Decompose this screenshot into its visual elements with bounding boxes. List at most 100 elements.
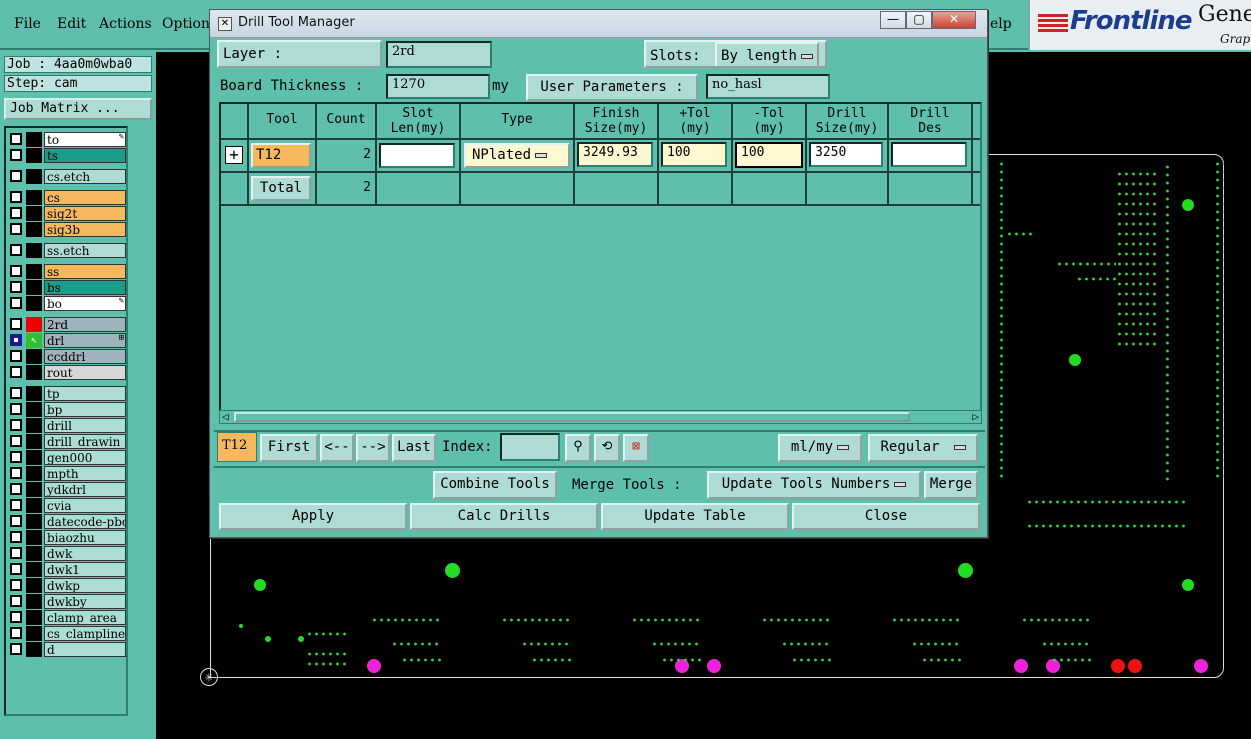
refresh-icon[interactable]: ⟲ — [594, 434, 620, 462]
layer-row[interactable]: cs.etch — [8, 169, 126, 184]
finish-size-input[interactable]: 3249.93 — [577, 142, 653, 167]
menu-edit[interactable]: Edit — [57, 16, 86, 32]
layer-row[interactable]: datecode-pbo — [8, 514, 126, 529]
layer-checkbox[interactable] — [10, 403, 22, 415]
apply-button[interactable]: Apply — [219, 503, 407, 530]
mode-option-menu[interactable]: Regular — [868, 434, 978, 462]
maximize-button[interactable]: ▢ — [906, 11, 932, 29]
layer-row[interactable]: ydkdrl — [8, 482, 126, 497]
layer-checkbox[interactable] — [10, 467, 22, 479]
layer-checkbox[interactable] — [10, 265, 22, 277]
layer-row[interactable]: dwkp — [8, 578, 126, 593]
layer-row[interactable]: dwk1 — [8, 562, 126, 577]
layer-row[interactable]: bo ✎ — [8, 296, 126, 311]
layer-row[interactable]: mpth — [8, 466, 126, 481]
board-thickness-field[interactable]: 1270 — [386, 74, 490, 99]
layer-checkbox[interactable] — [10, 170, 22, 182]
scroll-right-icon[interactable]: ▷ — [972, 410, 979, 423]
layer-row[interactable]: bs — [8, 280, 126, 295]
scroll-thumb[interactable] — [234, 412, 910, 422]
expand-icon[interactable]: + — [225, 146, 243, 164]
drill-des-input[interactable] — [891, 142, 967, 167]
last-button[interactable]: Last — [392, 434, 436, 462]
slots-option-menu[interactable]: By length — [715, 42, 819, 66]
layer-checkbox[interactable] — [10, 281, 22, 293]
layer-checkbox[interactable] — [10, 515, 22, 527]
units-option-menu[interactable]: ml/my — [778, 434, 862, 462]
user-parameters-field[interactable]: no_hasl — [706, 74, 830, 99]
drill-size-input[interactable]: 3250 — [809, 142, 883, 167]
layer-checkbox[interactable] — [10, 133, 22, 145]
layer-row[interactable]: bp — [8, 402, 126, 417]
layer-checkbox[interactable] — [10, 223, 22, 235]
layer-row[interactable]: to ✎ — [8, 132, 126, 147]
job-matrix-button[interactable]: Job Matrix ... — [4, 98, 152, 120]
close-window-button[interactable]: ✕ — [932, 11, 976, 29]
layer-checkbox[interactable] — [10, 149, 22, 161]
layer-checkbox[interactable] — [10, 483, 22, 495]
scroll-left-icon[interactable]: ◁ — [222, 410, 229, 423]
layer-field[interactable]: 2rd — [386, 41, 492, 68]
layer-row[interactable]: tp — [8, 386, 126, 401]
layer-row[interactable]: d — [8, 642, 126, 657]
layer-row[interactable]: dwk — [8, 546, 126, 561]
layer-row[interactable]: 2rd — [8, 317, 126, 332]
layer-row[interactable]: ss — [8, 264, 126, 279]
layer-row[interactable]: gen000 — [8, 450, 126, 465]
layer-checkbox[interactable] — [10, 563, 22, 575]
layer-row[interactable]: ts — [8, 148, 126, 163]
layer-checkbox[interactable] — [10, 643, 22, 655]
layer-checkbox[interactable] — [10, 297, 22, 309]
layer-row[interactable]: ccddrl — [8, 349, 126, 364]
minus-tol-input[interactable]: 100 — [735, 142, 803, 168]
merge-button[interactable]: Merge — [924, 471, 978, 499]
layer-row[interactable]: rout — [8, 365, 126, 380]
layer-checkbox[interactable] — [10, 207, 22, 219]
layer-row[interactable]: ss.etch — [8, 243, 126, 258]
slot-len-input[interactable] — [379, 143, 455, 168]
menu-actions[interactable]: Actions — [99, 16, 152, 32]
minimize-button[interactable]: — — [880, 11, 906, 29]
layer-row[interactable]: drill_drawin — [8, 434, 126, 449]
layer-checkbox[interactable] — [10, 334, 22, 346]
type-option-menu[interactable]: NPlated — [464, 143, 570, 168]
layer-checkbox[interactable] — [10, 387, 22, 399]
merge-option-menu[interactable]: Update Tools Numbers — [707, 471, 921, 499]
layer-checkbox[interactable] — [10, 191, 22, 203]
layer-checkbox[interactable] — [10, 244, 22, 256]
update-table-button[interactable]: Update Table — [601, 503, 789, 530]
layer-checkbox[interactable] — [10, 350, 22, 362]
bulb-icon[interactable]: ⚲ — [565, 434, 591, 462]
layer-row[interactable]: drill — [8, 418, 126, 433]
layer-row[interactable]: ↖ drl ⊞ — [8, 333, 126, 348]
calc-drills-button[interactable]: Calc Drills — [410, 503, 598, 530]
prev-button[interactable]: <-- — [320, 434, 354, 462]
dialog-titlebar[interactable]: ✕ Drill Tool Manager — ▢ ✕ — [210, 10, 987, 38]
layer-checkbox[interactable] — [10, 435, 22, 447]
layer-row[interactable]: biaozhu — [8, 530, 126, 545]
layer-checkbox[interactable] — [10, 531, 22, 543]
layer-checkbox[interactable] — [10, 451, 22, 463]
plus-tol-input[interactable]: 100 — [661, 142, 727, 167]
layer-checkbox[interactable] — [10, 499, 22, 511]
total-button[interactable]: Total — [251, 176, 311, 201]
menu-file[interactable]: File — [14, 16, 41, 32]
layer-checkbox[interactable] — [10, 627, 22, 639]
layer-checkbox[interactable] — [10, 318, 22, 330]
layer-row[interactable]: sig3b — [8, 222, 126, 237]
user-parameters-button[interactable]: User Parameters : — [526, 74, 698, 101]
layer-checkbox[interactable] — [10, 366, 22, 378]
layer-checkbox[interactable] — [10, 611, 22, 623]
layer-row[interactable]: cs — [8, 190, 126, 205]
first-button[interactable]: First — [260, 434, 318, 462]
layer-checkbox[interactable] — [10, 547, 22, 559]
layer-row[interactable]: clamp_area — [8, 610, 126, 625]
layer-row[interactable]: cvia — [8, 498, 126, 513]
tool-button[interactable]: T12 — [251, 143, 311, 168]
table-horizontal-scrollbar[interactable]: ◁ ▷ — [219, 410, 982, 424]
next-button[interactable]: --> — [356, 434, 390, 462]
layer-checkbox[interactable] — [10, 595, 22, 607]
layer-checkbox[interactable] — [10, 419, 22, 431]
close-button[interactable]: Close — [792, 503, 980, 530]
layer-row[interactable]: dwkby — [8, 594, 126, 609]
